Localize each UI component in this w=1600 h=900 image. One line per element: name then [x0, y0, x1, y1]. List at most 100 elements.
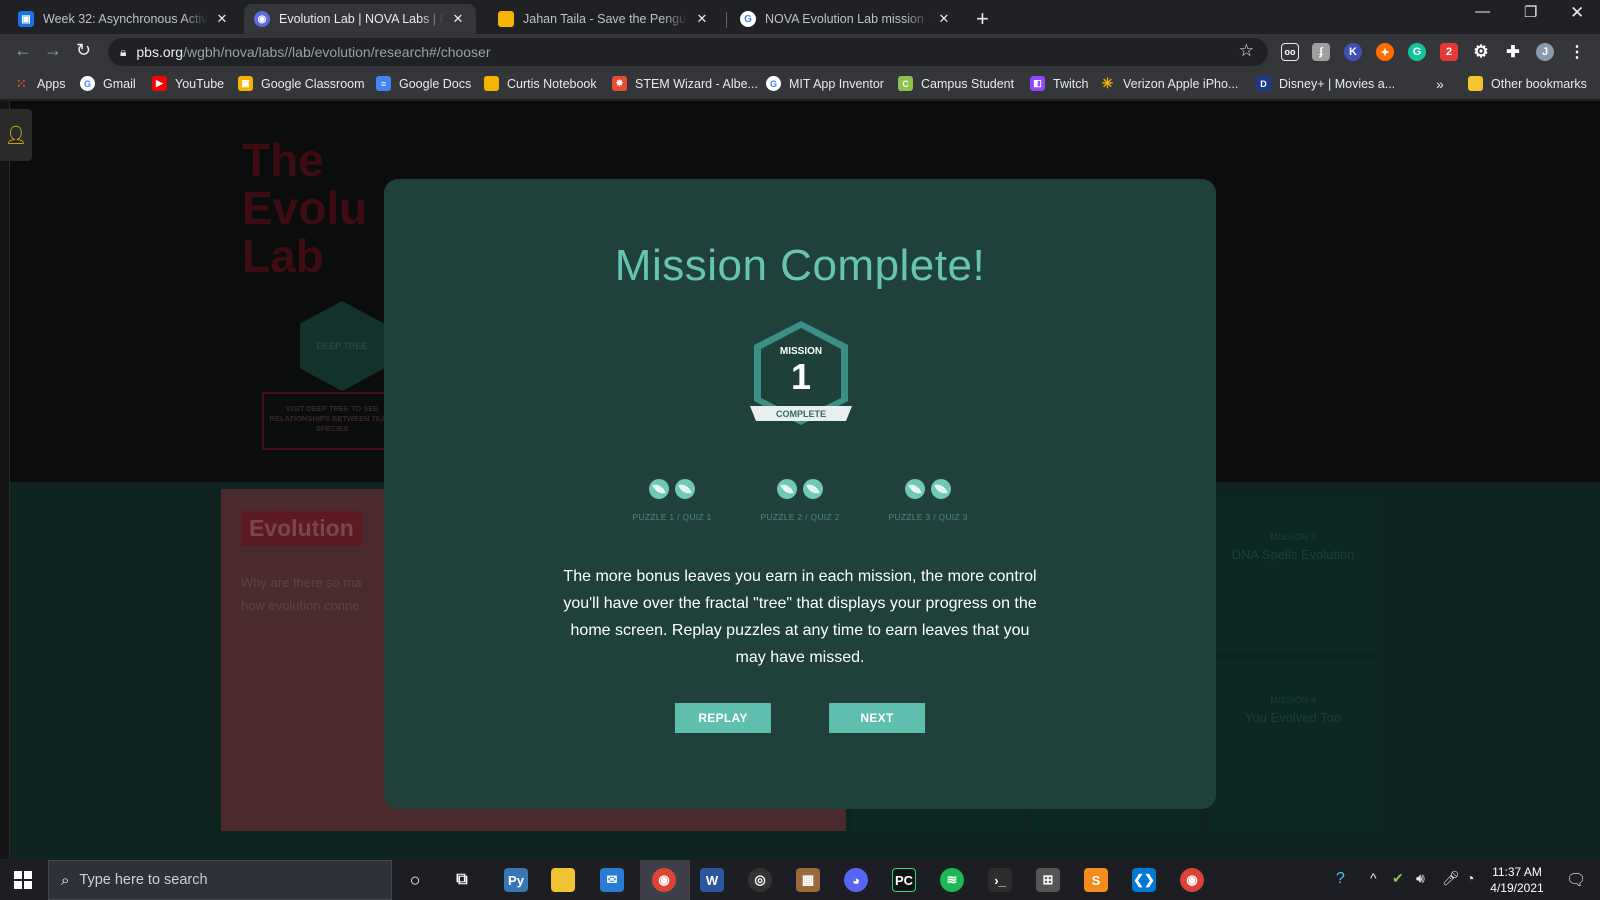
sublime-text-icon[interactable]: S [1084, 868, 1108, 892]
spotify-icon[interactable]: ≋ [940, 868, 964, 892]
bookmark-twitch[interactable]: ◧ Twitch [1030, 76, 1088, 91]
tab-week-32[interactable]: ▣ Week 32: Asynchronous Activity ✕ [8, 4, 240, 34]
new-tab-button[interactable]: + [976, 6, 989, 32]
close-tab-icon[interactable]: ✕ [936, 11, 952, 27]
bookmark-apps[interactable]: ⁙ Apps [14, 76, 66, 91]
mission-3-tile[interactable]: MISSION 3 DNA Spells Evolution [1208, 498, 1378, 653]
taskbar-clock[interactable]: 11:37 AM 4/19/2021 [1482, 864, 1552, 896]
python-icon[interactable]: Py [504, 868, 528, 892]
windows-start-icon[interactable] [14, 871, 32, 889]
cortana-icon[interactable]: ○ [403, 868, 427, 892]
task-view-icon[interactable]: ⧉ [450, 868, 474, 892]
extension-reader-icon[interactable]: oo [1281, 43, 1299, 61]
davinci-resolve-icon[interactable]: ◎ [748, 868, 772, 892]
bookmarks-overflow-button[interactable]: » [1436, 76, 1444, 92]
bookmark-label: STEM Wizard - Albe... [635, 76, 758, 91]
deep-tree-label: DEEP TREE [316, 341, 368, 351]
tab-title: Week 32: Asynchronous Activity [43, 12, 208, 26]
network-icon[interactable]: ◔ [1466, 870, 1474, 886]
bookmark-disney-plus[interactable]: D Disney+ | Movies a... [1256, 76, 1395, 91]
badge-number: 1 [791, 356, 811, 397]
grammarly-icon[interactable]: G [1408, 43, 1426, 61]
extensions-puzzle-icon[interactable]: ✚ [1504, 43, 1522, 61]
close-window-icon[interactable]: ✕ [1570, 3, 1584, 23]
word-icon[interactable]: W [700, 868, 724, 892]
pycharm-icon[interactable]: PC [892, 868, 916, 892]
minecraft-icon[interactable]: ▦ [796, 868, 820, 892]
badge-bottom-text: COMPLETE [776, 409, 826, 419]
replay-button[interactable]: REPLAY [675, 703, 771, 733]
lock-icon[interactable]: 🔒︎ [120, 45, 126, 60]
tab-title: Evolution Lab | NOVA Labs | PBS [279, 12, 444, 26]
mission-4-text: MISSION 4 You Evolved Too [1208, 661, 1378, 727]
discord-icon[interactable]: ◕ [844, 868, 868, 892]
deep-tree-link-box[interactable]: VISIT DEEP TREE TO SEE RELATIONSHIPS BET… [262, 392, 402, 450]
close-tab-icon[interactable]: ✕ [450, 11, 466, 27]
help-icon[interactable]: ? [1336, 870, 1345, 888]
reload-icon[interactable]: ↻ [76, 40, 91, 61]
close-tab-icon[interactable]: ✕ [694, 11, 710, 27]
mission-badge-icon: MISSION 1 COMPLETE [750, 321, 852, 425]
bookmark-youtube[interactable]: ▶ YouTube [152, 76, 224, 91]
search-placeholder: Type here to search [79, 872, 208, 888]
show-hidden-icons-chevron-icon[interactable]: ^ [1370, 870, 1377, 886]
deep-tree-hex-icon[interactable]: DEEP TREE [300, 301, 384, 391]
bookmark-google-classroom[interactable]: ▣ Google Classroom [238, 76, 365, 91]
bookmark-curtis-notebook[interactable]: Curtis Notebook [484, 76, 597, 91]
vscode-icon[interactable]: ❮❯ [1132, 868, 1156, 892]
tab-evolution-lab[interactable]: ◉ Evolution Lab | NOVA Labs | PBS ✕ [244, 4, 476, 34]
bookmark-gmail[interactable]: G Gmail [80, 76, 136, 91]
settings-gear-icon[interactable]: ⚙ [1472, 42, 1490, 61]
extension-orange-icon[interactable]: ✦ [1376, 43, 1394, 61]
folder-icon [1468, 76, 1483, 91]
mission-3-title: DNA Spells Evolution [1231, 547, 1355, 562]
forward-arrow-icon[interactable]: → [44, 40, 62, 61]
minimize-icon[interactable]: — [1475, 3, 1490, 20]
microphone-icon[interactable]: 🎤︎ [1442, 870, 1460, 887]
bookmark-label: Apps [37, 76, 66, 91]
profile-avatar[interactable]: J [1536, 43, 1554, 61]
extension-badge-icon[interactable]: 2 [1440, 43, 1458, 61]
microsoft-store-icon[interactable]: ⊞ [1036, 868, 1060, 892]
back-arrow-icon[interactable]: ← [14, 40, 32, 61]
tab-save-the-penguin[interactable]: Jahan Taila - Save the Penguin Fa ✕ [488, 4, 720, 34]
next-button[interactable]: NEXT [829, 703, 925, 733]
volume-icon[interactable]: 🔊︎ [1416, 870, 1425, 887]
tab-nova-mission-2[interactable]: G NOVA Evolution Lab mission 2 pa ✕ [730, 4, 962, 34]
user-tab-icon[interactable]: 👤︎ [0, 109, 32, 161]
bookmark-google-docs[interactable]: ≡ Google Docs [376, 76, 471, 91]
bookmark-star-icon[interactable]: ☆ [1239, 41, 1254, 61]
mission-3-label: MISSION 3 [1270, 532, 1316, 542]
more-menu-icon[interactable]: ⋮ [1568, 43, 1586, 61]
notifications-icon[interactable]: 🗨︎ [1566, 870, 1586, 890]
bookmark-label: Google Docs [399, 76, 472, 91]
bonus-leaf-icon [649, 479, 669, 499]
file-explorer-icon[interactable] [551, 868, 575, 892]
background-title-line: Lab [242, 230, 324, 282]
bookmark-campus-student[interactable]: C Campus Student [898, 76, 1014, 91]
extension-gray-icon[interactable]: ʄ [1312, 43, 1330, 61]
bookmark-mit-app-inventor[interactable]: G MIT App Inventor [766, 76, 884, 91]
mission-4-tile[interactable]: MISSION 4 You Evolved Too [1208, 661, 1378, 831]
shield-icon[interactable]: ✔ [1392, 870, 1404, 887]
bookmark-stem-wizard[interactable]: ✸ STEM Wizard - Albe... [612, 76, 758, 91]
restore-icon[interactable]: ❐ [1524, 3, 1537, 21]
bookmark-verizon[interactable]: ✳ Verizon Apple iPho... [1100, 75, 1239, 91]
classroom-favicon-icon: ▣ [18, 11, 34, 27]
bookmark-label: YouTube [175, 76, 225, 91]
bookmark-label: Google Classroom [261, 76, 365, 91]
chrome-profile-icon[interactable]: ◉ [1180, 868, 1204, 892]
terminal-icon[interactable]: ›_ [988, 868, 1012, 892]
extension-k-icon[interactable]: K [1344, 43, 1362, 61]
address-bar[interactable]: 🔒︎ pbs.org/wgbh/nova/labs//lab/evolution… [108, 38, 1268, 66]
twitch-icon: ◧ [1030, 76, 1045, 91]
mission-3-text: MISSION 3 DNA Spells Evolution [1208, 498, 1378, 564]
bookmark-other[interactable]: Other bookmarks [1468, 76, 1587, 91]
close-tab-icon[interactable]: ✕ [214, 11, 230, 27]
modal-message-line: may have missed. [735, 649, 865, 666]
left-sidebar-strip [0, 101, 10, 859]
mail-icon[interactable]: ✉ [600, 868, 624, 892]
taskbar-search-input[interactable]: ⌕ Type here to search [48, 860, 392, 900]
chrome-icon[interactable]: ◉ [652, 868, 676, 892]
background-title-line: The [242, 134, 324, 186]
